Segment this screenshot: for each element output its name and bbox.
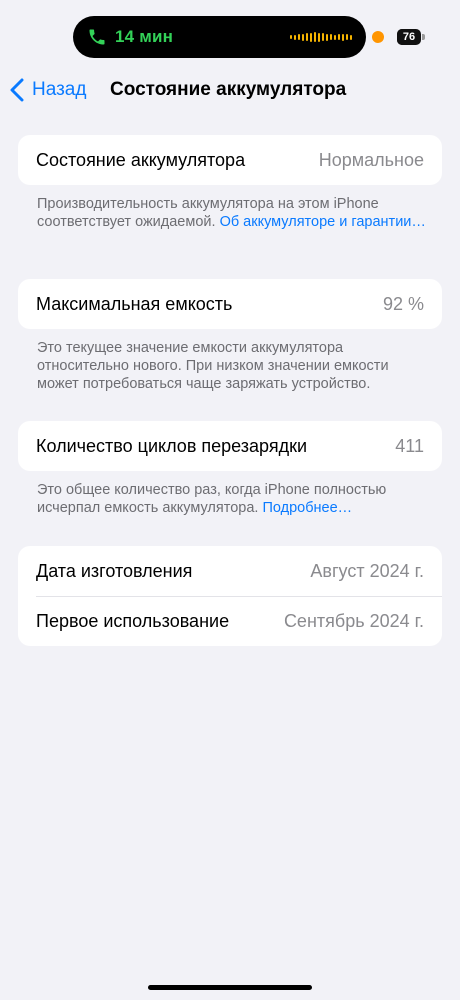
capacity-group: Максимальная емкость 92 % <box>18 279 442 329</box>
health-label: Состояние аккумулятора <box>36 149 246 170</box>
page-title: Состояние аккумулятора <box>110 79 347 100</box>
cycles-footnote: Это общее количество раз, когда iPhone п… <box>37 481 427 517</box>
first-use-row: Первое использование Сентябрь 2024 г. <box>18 596 442 646</box>
waveform-bar <box>342 33 344 41</box>
manufacture-date-row: Дата изготовления Август 2024 г. <box>18 546 442 596</box>
waveform-bar <box>330 34 332 40</box>
battery-level: 76 <box>402 31 416 43</box>
battery-warranty-link[interactable]: Об аккумуляторе и гарантии… <box>220 214 426 230</box>
waveform-icon <box>290 29 352 45</box>
back-button-label[interactable]: Назад <box>32 79 86 101</box>
battery-tip <box>422 34 425 40</box>
health-group: Состояние аккумулятора Нормальное <box>18 135 442 185</box>
dynamic-island-call[interactable]: 14 мин <box>73 16 366 58</box>
manufacture-date-label: Дата изготовления <box>36 560 193 581</box>
waveform-bar <box>314 32 316 42</box>
waveform-bar <box>322 33 324 41</box>
cycles-row: Количество циклов перезарядки 411 <box>18 421 442 471</box>
cycles-group: Количество циклов перезарядки 411 <box>18 421 442 471</box>
health-footnote: Производительность аккумулятора на этом … <box>37 195 427 231</box>
battery-health-screen: 14 мин 76 Назад Состояние аккумулятора С… <box>0 0 460 1000</box>
battery-indicator: 76 <box>397 29 425 45</box>
back-button[interactable]: Назад <box>10 78 86 102</box>
capacity-value: 92 % <box>382 293 424 314</box>
waveform-bar <box>310 32 312 42</box>
waveform-bar <box>302 33 304 41</box>
waveform-bar <box>326 33 328 41</box>
health-row: Состояние аккумулятора Нормальное <box>18 135 442 185</box>
capacity-label: Максимальная емкость <box>36 293 233 314</box>
waveform-bar <box>346 34 348 40</box>
microphone-indicator-dot <box>372 31 384 43</box>
cycles-value: 411 <box>395 435 424 456</box>
dates-group: Дата изготовления Август 2024 г. Первое … <box>18 546 442 646</box>
cycles-label: Количество циклов перезарядки <box>36 435 308 456</box>
health-value: Нормальное <box>318 149 424 170</box>
capacity-footnote: Это текущее значение емкости аккумулятор… <box>37 339 427 393</box>
first-use-label: Первое использование <box>36 610 230 631</box>
battery-icon: 76 <box>397 29 421 45</box>
waveform-bar <box>306 33 308 41</box>
capacity-row: Максимальная емкость 92 % <box>18 279 442 329</box>
waveform-bar <box>338 34 340 40</box>
waveform-bar <box>334 34 336 40</box>
learn-more-link[interactable]: Подробнее… <box>262 500 352 516</box>
call-duration: 14 мин <box>115 27 174 46</box>
phone-icon <box>87 27 107 47</box>
waveform-bar <box>294 34 296 40</box>
manufacture-date-value: Август 2024 г. <box>310 560 424 581</box>
chevron-left-icon <box>10 78 24 102</box>
first-use-value: Сентябрь 2024 г. <box>283 610 424 631</box>
navigation-bar: Назад Состояние аккумулятора <box>0 70 460 110</box>
home-indicator[interactable] <box>148 985 312 990</box>
waveform-bar <box>350 34 352 40</box>
waveform-bar <box>318 32 320 42</box>
capacity-note-text: Это текущее значение емкости аккумулятор… <box>37 340 389 392</box>
waveform-bar <box>290 35 292 39</box>
waveform-bar <box>298 34 300 40</box>
